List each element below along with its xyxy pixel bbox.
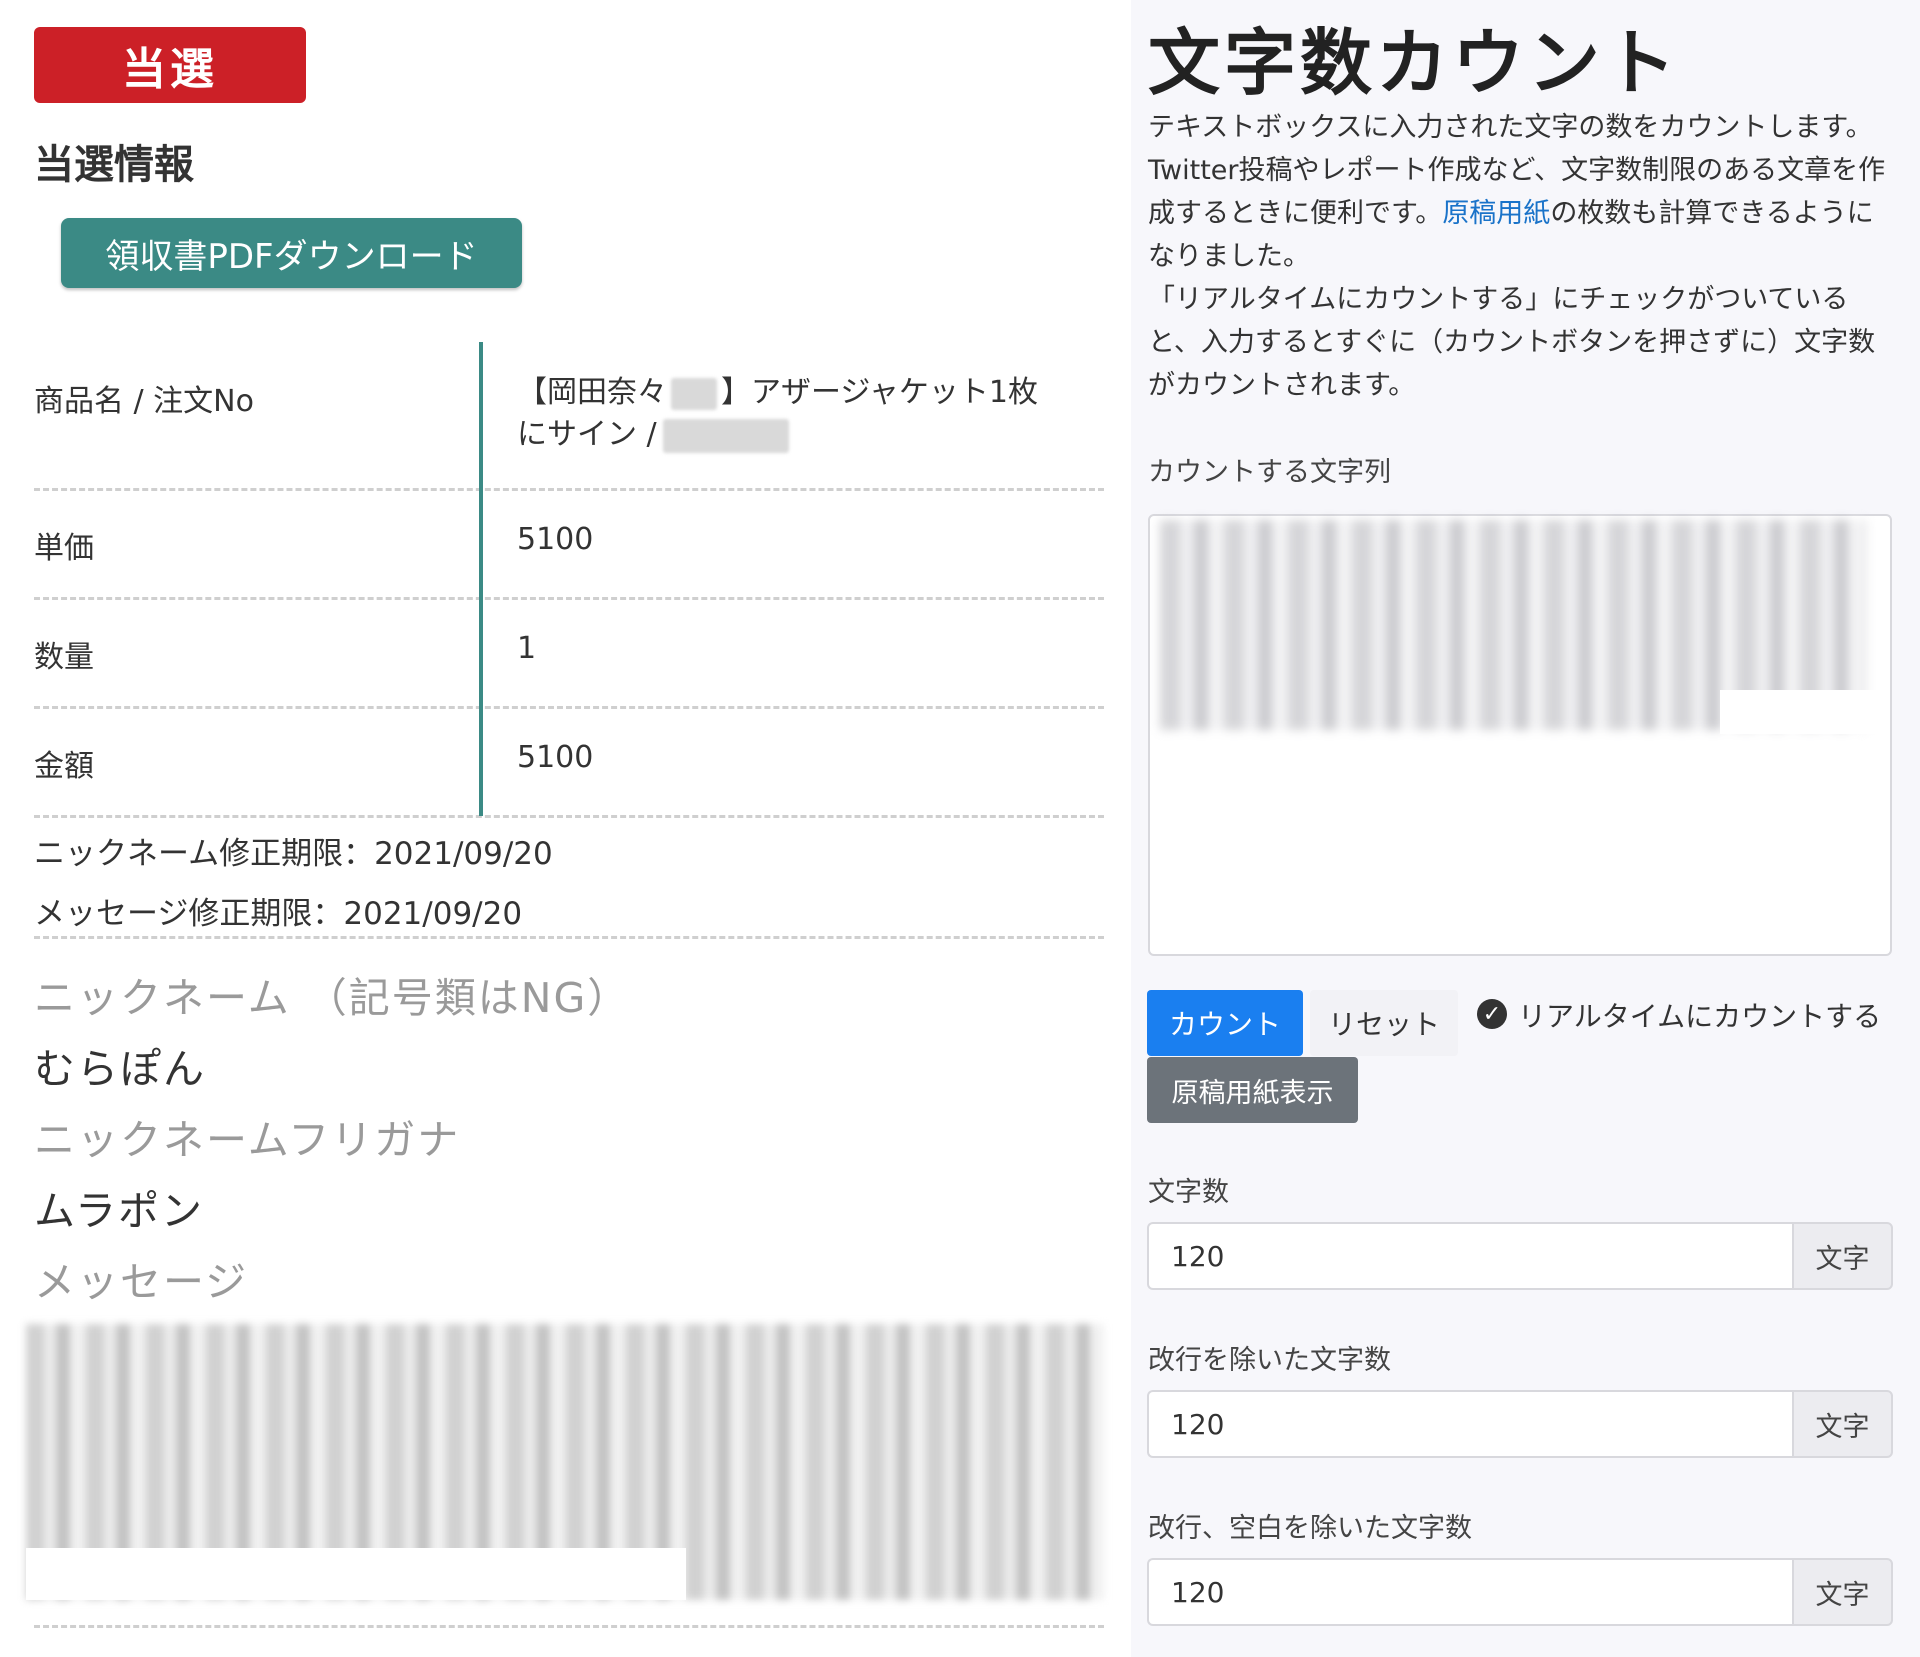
- redacted-order-no: [662, 418, 789, 453]
- nickname-value: むらぽん: [34, 1045, 206, 1093]
- check-icon: ✓: [1482, 1001, 1502, 1027]
- message-deadline: メッセージ修正期限：2021/09/20: [34, 896, 523, 932]
- table-row: 商品名 / 注文No 【岡田奈々 】アザージャケット1枚 にサイン /: [34, 342, 1104, 491]
- description-text-3: 「リアルタイムにカウントする」にチェックがついていると、入力するとすぐに（カウン…: [1148, 284, 1876, 401]
- row-value-amount: 5100: [517, 740, 594, 775]
- result-field-no-space[interactable]: 120: [1147, 1558, 1792, 1626]
- message-blur-mask: [26, 1548, 686, 1600]
- page-title: 文字数カウント: [1148, 21, 1681, 105]
- product-name-part2: 】アザージャケット1枚: [721, 375, 1038, 410]
- product-name-part1: 【岡田奈々: [517, 375, 667, 410]
- result-field-chars[interactable]: 120: [1147, 1222, 1792, 1290]
- order-info-table: 商品名 / 注文No 【岡田奈々 】アザージャケット1枚 にサイン / 単価 51…: [34, 342, 1104, 818]
- row-value-quantity: 1: [517, 631, 537, 666]
- count-button[interactable]: カウント: [1147, 990, 1303, 1056]
- result-label-chars: 文字数: [1148, 1177, 1229, 1208]
- row-label-product: 商品名 / 注文No: [34, 384, 254, 419]
- receipt-pdf-download-button[interactable]: 領収書PDFダウンロード: [61, 218, 522, 288]
- table-divider: [479, 342, 483, 816]
- divider: [34, 1625, 1104, 1628]
- result-field-no-newline[interactable]: 120: [1147, 1390, 1792, 1458]
- realtime-checkbox[interactable]: ✓: [1477, 999, 1507, 1029]
- furigana-label: ニックネームフリガナ: [34, 1116, 461, 1164]
- textarea-blur-mask: [1720, 690, 1880, 734]
- section-title: 当選情報: [34, 142, 194, 188]
- row-label-amount: 金額: [34, 749, 94, 784]
- redacted-text: [671, 377, 717, 410]
- result-unit: 文字: [1792, 1558, 1893, 1626]
- result-unit: 文字: [1792, 1222, 1893, 1290]
- row-label-unit-price: 単価: [34, 531, 94, 566]
- win-badge: 当選: [34, 27, 306, 103]
- table-row: 金額 5100: [34, 709, 1104, 818]
- nickname-deadline: ニックネーム修正期限：2021/09/20: [34, 836, 553, 872]
- textarea-label: カウントする文字列: [1148, 457, 1391, 488]
- row-value-unit-price: 5100: [517, 522, 594, 557]
- result-label-no-space: 改行、空白を除いた文字数: [1148, 1513, 1472, 1544]
- divider: [34, 936, 1104, 939]
- reset-button[interactable]: リセット: [1310, 990, 1458, 1056]
- genko-link[interactable]: 原稿用紙: [1442, 198, 1550, 229]
- realtime-label[interactable]: リアルタイムにカウントする: [1518, 995, 1881, 1035]
- furigana-value: ムラポン: [34, 1187, 204, 1235]
- table-row: 単価 5100: [34, 491, 1104, 600]
- row-label-quantity: 数量: [34, 640, 94, 675]
- result-label-no-newline: 改行を除いた文字数: [1148, 1345, 1391, 1376]
- description: テキストボックスに入力された文字の数をカウントします。Twitter投稿やレポー…: [1148, 106, 1888, 407]
- message-label: メッセージ: [34, 1258, 249, 1306]
- product-name-part3: にサイン /: [517, 417, 657, 452]
- table-row: 数量 1: [34, 600, 1104, 709]
- result-unit: 文字: [1792, 1390, 1893, 1458]
- nickname-label: ニックネーム （記号類はNG）: [34, 974, 631, 1022]
- genko-display-button[interactable]: 原稿用紙表示: [1147, 1057, 1358, 1123]
- row-value-product: 【岡田奈々 】アザージャケット1枚 にサイン /: [517, 372, 1097, 456]
